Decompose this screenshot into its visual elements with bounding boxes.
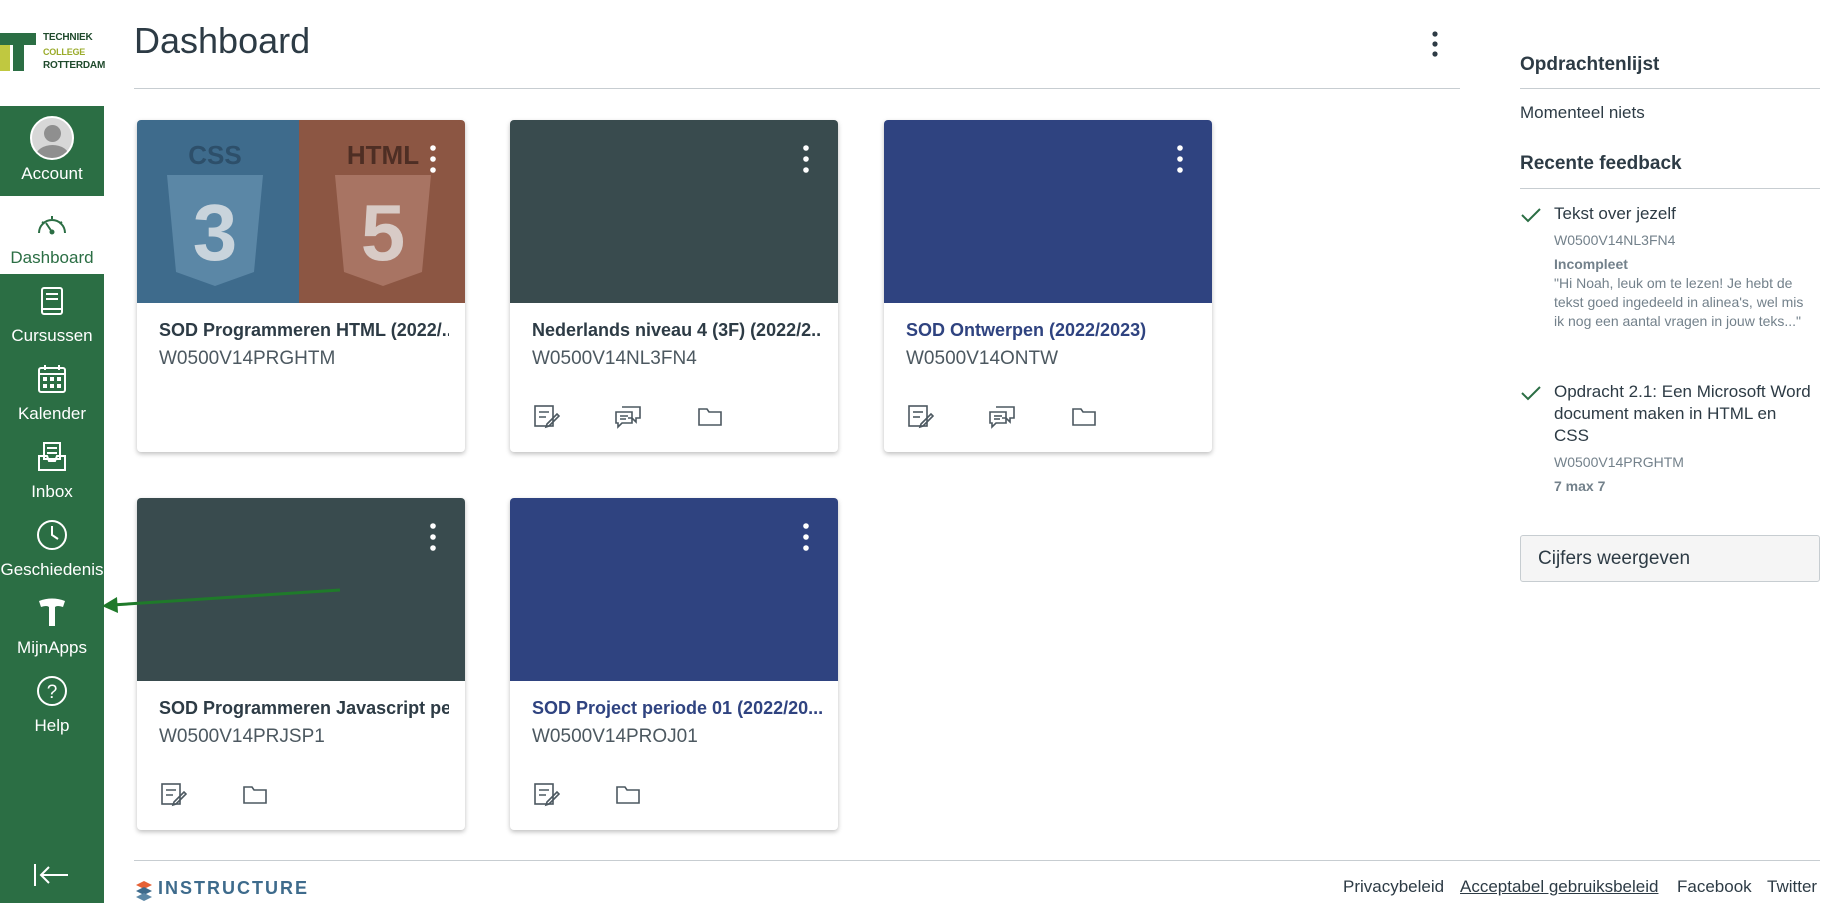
logo-line-3: ROTTERDAM — [43, 60, 106, 71]
avatar — [30, 116, 74, 160]
logo-line-1: TECHNIEK — [43, 32, 93, 43]
inbox-icon — [38, 442, 66, 471]
nav-item-myapps[interactable]: MijnApps — [0, 586, 104, 664]
header-divider — [134, 88, 1460, 89]
feedback-item-code: W0500V14PRGHTM — [1554, 454, 1684, 470]
course-card-code: W0500V14PRGHTM — [159, 348, 336, 369]
assignments-icon[interactable] — [532, 402, 560, 430]
assignments-icon[interactable] — [159, 780, 187, 808]
nav-label-courses: Cursussen — [11, 326, 93, 345]
card-options-icon[interactable] — [423, 520, 443, 554]
course-card[interactable]: Nederlands niveau 4 (3F) (2022/2... W050… — [510, 120, 838, 452]
instructure-logo-text[interactable]: INSTRUCTURE — [158, 878, 309, 899]
course-card-title[interactable]: SOD Programmeren Javascript per... — [159, 698, 449, 719]
card-options-icon[interactable] — [423, 142, 443, 176]
svg-text:CSS: CSS — [188, 140, 241, 170]
speedometer-icon — [38, 216, 66, 235]
nav-item-courses[interactable]: Cursussen — [0, 274, 104, 352]
feedback-item-title[interactable]: Opdracht 2.1: Een Microsoft Word documen… — [1554, 381, 1816, 447]
logo-mark-icon — [0, 33, 36, 71]
instructure-logo-icon — [136, 881, 152, 901]
nav-item-help[interactable]: ? Help — [0, 664, 104, 742]
footer-divider — [134, 860, 1820, 861]
view-grades-button[interactable]: Cijfers weergeven — [1520, 535, 1820, 582]
card-options-icon[interactable] — [796, 520, 816, 554]
footer-link-privacy[interactable]: Privacybeleid — [1343, 877, 1444, 897]
feedback-divider — [1520, 188, 1820, 189]
course-card[interactable]: SOD Programmeren Javascript per... W0500… — [137, 498, 465, 830]
footer-link-acceptable-use[interactable]: Acceptabel gebruiksbeleid — [1460, 877, 1658, 897]
course-card-code: W0500V14ONTW — [906, 348, 1059, 369]
nav-item-account[interactable]: Account — [0, 106, 104, 184]
css-logo-image: CSS 3 — [137, 120, 299, 303]
dashboard-options-icon[interactable] — [1424, 28, 1446, 60]
book-icon — [41, 287, 63, 315]
course-card[interactable]: SOD Project periode 01 (2022/20... W0500… — [510, 498, 838, 830]
course-card-title[interactable]: SOD Project periode 01 (2022/20... — [532, 698, 822, 719]
school-logo[interactable]: TECHNIEK COLLEGE ROTTERDAM — [0, 0, 105, 106]
nav-label-account: Account — [21, 164, 83, 183]
logo-line-2: COLLEGE — [43, 47, 86, 57]
nav-item-calendar[interactable]: Kalender — [0, 352, 104, 430]
nav-label-myapps: MijnApps — [17, 638, 87, 657]
assignments-icon[interactable] — [532, 780, 560, 808]
page-title: Dashboard — [134, 20, 311, 61]
nav-item-dashboard[interactable]: Dashboard — [0, 196, 104, 274]
global-nav: TECHNIEK COLLEGE ROTTERDAM Account Dashb… — [0, 0, 105, 903]
svg-text:5: 5 — [361, 188, 406, 277]
course-card-hero[interactable]: CSS 3 HTML 5 — [137, 120, 465, 303]
assignments-icon[interactable] — [906, 402, 934, 430]
card-options-icon[interactable] — [796, 142, 816, 176]
discussions-icon[interactable] — [614, 402, 642, 430]
todo-divider — [1520, 88, 1820, 89]
calendar-icon — [38, 365, 66, 393]
svg-text:HTML: HTML — [347, 140, 419, 170]
svg-text:3: 3 — [193, 188, 238, 277]
course-card-title[interactable]: SOD Ontwerpen (2022/2023) — [906, 320, 1196, 341]
folder-icon[interactable] — [1070, 402, 1098, 430]
clock-icon — [37, 520, 67, 550]
course-card-code: W0500V14NL3FN4 — [532, 348, 697, 369]
nav-item-history[interactable]: Geschiedenis — [0, 508, 104, 586]
nav-label-history: Geschiedenis — [0, 560, 104, 579]
course-card-code: W0500V14PRJSP1 — [159, 726, 325, 747]
collapse-nav-icon[interactable] — [32, 862, 72, 888]
feedback-item-score: 7 max 7 — [1554, 478, 1606, 494]
course-card-code: W0500V14PROJ01 — [532, 726, 698, 747]
course-card-hero[interactable] — [510, 498, 838, 681]
course-card[interactable]: SOD Ontwerpen (2022/2023) W0500V14ONTW — [884, 120, 1212, 452]
app-icon — [39, 598, 65, 626]
todo-empty-text: Momenteel niets — [1520, 103, 1645, 122]
footer-link-twitter[interactable]: Twitter — [1767, 877, 1817, 897]
logo-text: TECHNIEK COLLEGE ROTTERDAM — [43, 31, 105, 73]
course-card-hero[interactable] — [510, 120, 838, 303]
todo-heading: Opdrachtenlijst — [1520, 54, 1660, 75]
course-card[interactable]: CSS 3 HTML 5 SOD Programmeren HTML (2022… — [137, 120, 465, 452]
folder-icon[interactable] — [241, 780, 269, 808]
checkmark-icon — [1521, 386, 1541, 401]
feedback-item-comment: "Hi Noah, leuk om te lezen! Je hebt de t… — [1554, 275, 1804, 329]
footer-link-facebook[interactable]: Facebook — [1677, 877, 1752, 897]
course-card-hero[interactable] — [137, 498, 465, 681]
folder-icon[interactable] — [696, 402, 724, 430]
feedback-item-code: W0500V14NL3FN4 — [1554, 232, 1676, 248]
nav-label-inbox: Inbox — [31, 482, 73, 501]
feedback-item-status: Incompleet — [1554, 256, 1628, 272]
app-root: TECHNIEK COLLEGE ROTTERDAM Account Dashb… — [0, 0, 1847, 903]
course-card-hero[interactable] — [884, 120, 1212, 303]
folder-icon[interactable] — [614, 780, 642, 808]
svg-text:?: ? — [47, 682, 58, 703]
course-card-title[interactable]: Nederlands niveau 4 (3F) (2022/2... — [532, 320, 822, 341]
nav-item-inbox[interactable]: Inbox — [0, 430, 104, 508]
feedback-item-title[interactable]: Tekst over jezelf — [1554, 203, 1816, 225]
checkmark-icon — [1521, 208, 1541, 223]
nav-label-dashboard: Dashboard — [10, 248, 94, 267]
nav-label-help: Help — [34, 716, 70, 735]
help-icon: ? — [37, 676, 67, 706]
nav-label-calendar: Kalender — [17, 404, 87, 423]
card-options-icon[interactable] — [1170, 142, 1190, 176]
discussions-icon[interactable] — [988, 402, 1016, 430]
course-card-title[interactable]: SOD Programmeren HTML (2022/... — [159, 320, 449, 341]
feedback-heading: Recente feedback — [1520, 153, 1682, 174]
